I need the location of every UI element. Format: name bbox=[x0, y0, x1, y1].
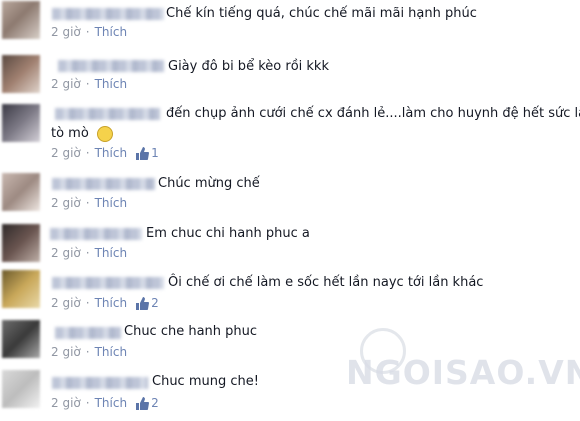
avatar[interactable] bbox=[2, 173, 40, 211]
comment-time[interactable]: 2 giờ bbox=[51, 246, 81, 260]
avatar[interactable] bbox=[2, 224, 40, 262]
thumbs-up-icon bbox=[136, 296, 150, 310]
like-link[interactable]: Thích bbox=[95, 296, 127, 310]
like-link[interactable]: Thích bbox=[95, 246, 127, 260]
separator-dot: · bbox=[85, 246, 90, 260]
like-count[interactable]: 2 bbox=[135, 396, 159, 410]
comment-meta: 2 giờ · Thích bbox=[51, 25, 127, 39]
like-count[interactable]: 2 bbox=[135, 296, 159, 310]
separator-dot: · bbox=[85, 296, 90, 310]
thumbs-up-icon bbox=[136, 146, 150, 160]
avatar[interactable] bbox=[2, 370, 40, 408]
avatar[interactable] bbox=[2, 270, 40, 308]
thumbs-up-icon bbox=[136, 396, 150, 410]
like-link[interactable]: Thích bbox=[95, 396, 127, 410]
comment-meta: 2 giờ · Thích bbox=[51, 345, 127, 359]
comment-meta: 2 giờ · Thích bbox=[51, 246, 127, 260]
watermark: NGOISAO.VN bbox=[346, 353, 580, 392]
comment-time[interactable]: 2 giờ bbox=[51, 296, 81, 310]
comment-time[interactable]: 2 giờ bbox=[51, 196, 81, 210]
comment-text: Giày đô bi bể kèo rồi kkk bbox=[168, 59, 329, 74]
like-count-value: 2 bbox=[151, 396, 159, 410]
commenter-name-blurred[interactable] bbox=[58, 60, 164, 72]
comment-text: Chúc mừng chế bbox=[158, 176, 260, 191]
separator-dot: · bbox=[85, 396, 90, 410]
comment-meta: 2 giờ · Thích bbox=[51, 77, 127, 91]
like-link[interactable]: Thích bbox=[95, 146, 127, 160]
commenter-name-blurred[interactable] bbox=[50, 228, 142, 240]
avatar[interactable] bbox=[2, 320, 40, 358]
like-link[interactable]: Thích bbox=[95, 196, 127, 210]
comment-text: Chuc che hanh phuc bbox=[124, 324, 258, 339]
avatar[interactable] bbox=[2, 55, 40, 93]
comment-text: Em chuc chi hanh phuc a bbox=[146, 226, 310, 241]
commenter-name-blurred[interactable] bbox=[52, 178, 155, 190]
like-count-value: 2 bbox=[151, 296, 159, 310]
comment-meta: 2 giờ · Thích bbox=[51, 196, 127, 210]
like-link[interactable]: Thích bbox=[95, 25, 127, 39]
comment-meta: 2 giờ · Thích 1 bbox=[51, 146, 159, 160]
separator-dot: · bbox=[85, 77, 90, 91]
commenter-name-blurred[interactable] bbox=[55, 327, 121, 339]
avatar[interactable] bbox=[2, 104, 40, 142]
comment-text: Chuc mung che! bbox=[152, 374, 259, 389]
smiley-emoji-icon bbox=[96, 125, 113, 142]
avatar[interactable] bbox=[2, 1, 40, 39]
comment-text-line2: tò mò bbox=[51, 126, 89, 141]
comment-text: Ôi chế ơi chế làm e sốc hết lần nayc tới… bbox=[168, 275, 484, 290]
comment-time[interactable]: 2 giờ bbox=[51, 77, 81, 91]
commenter-name-blurred[interactable] bbox=[52, 377, 148, 389]
like-link[interactable]: Thích bbox=[95, 345, 127, 359]
commenter-name-blurred[interactable] bbox=[52, 8, 164, 20]
comment-text-continued: tò mò bbox=[51, 124, 113, 144]
separator-dot: · bbox=[85, 345, 90, 359]
comment-time[interactable]: 2 giờ bbox=[51, 345, 81, 359]
separator-dot: · bbox=[85, 25, 90, 39]
separator-dot: · bbox=[85, 196, 90, 210]
commenter-name-blurred[interactable] bbox=[55, 108, 160, 120]
comment-time[interactable]: 2 giờ bbox=[51, 146, 81, 160]
like-count-value: 1 bbox=[151, 146, 159, 160]
comment-time[interactable]: 2 giờ bbox=[51, 25, 81, 39]
comment-meta: 2 giờ · Thích 2 bbox=[51, 296, 159, 310]
separator-dot: · bbox=[85, 146, 90, 160]
comment-time[interactable]: 2 giờ bbox=[51, 396, 81, 410]
like-link[interactable]: Thích bbox=[95, 77, 127, 91]
like-count[interactable]: 1 bbox=[135, 146, 159, 160]
comment-meta: 2 giờ · Thích 2 bbox=[51, 396, 159, 410]
comment-text: đến chụp ảnh cưới chế cx đánh lẻ....làm … bbox=[166, 106, 580, 121]
commenter-name-blurred[interactable] bbox=[52, 277, 164, 289]
comment-text: Chế kín tiếng quá, chúc chế mãi mãi hạnh… bbox=[166, 6, 477, 21]
